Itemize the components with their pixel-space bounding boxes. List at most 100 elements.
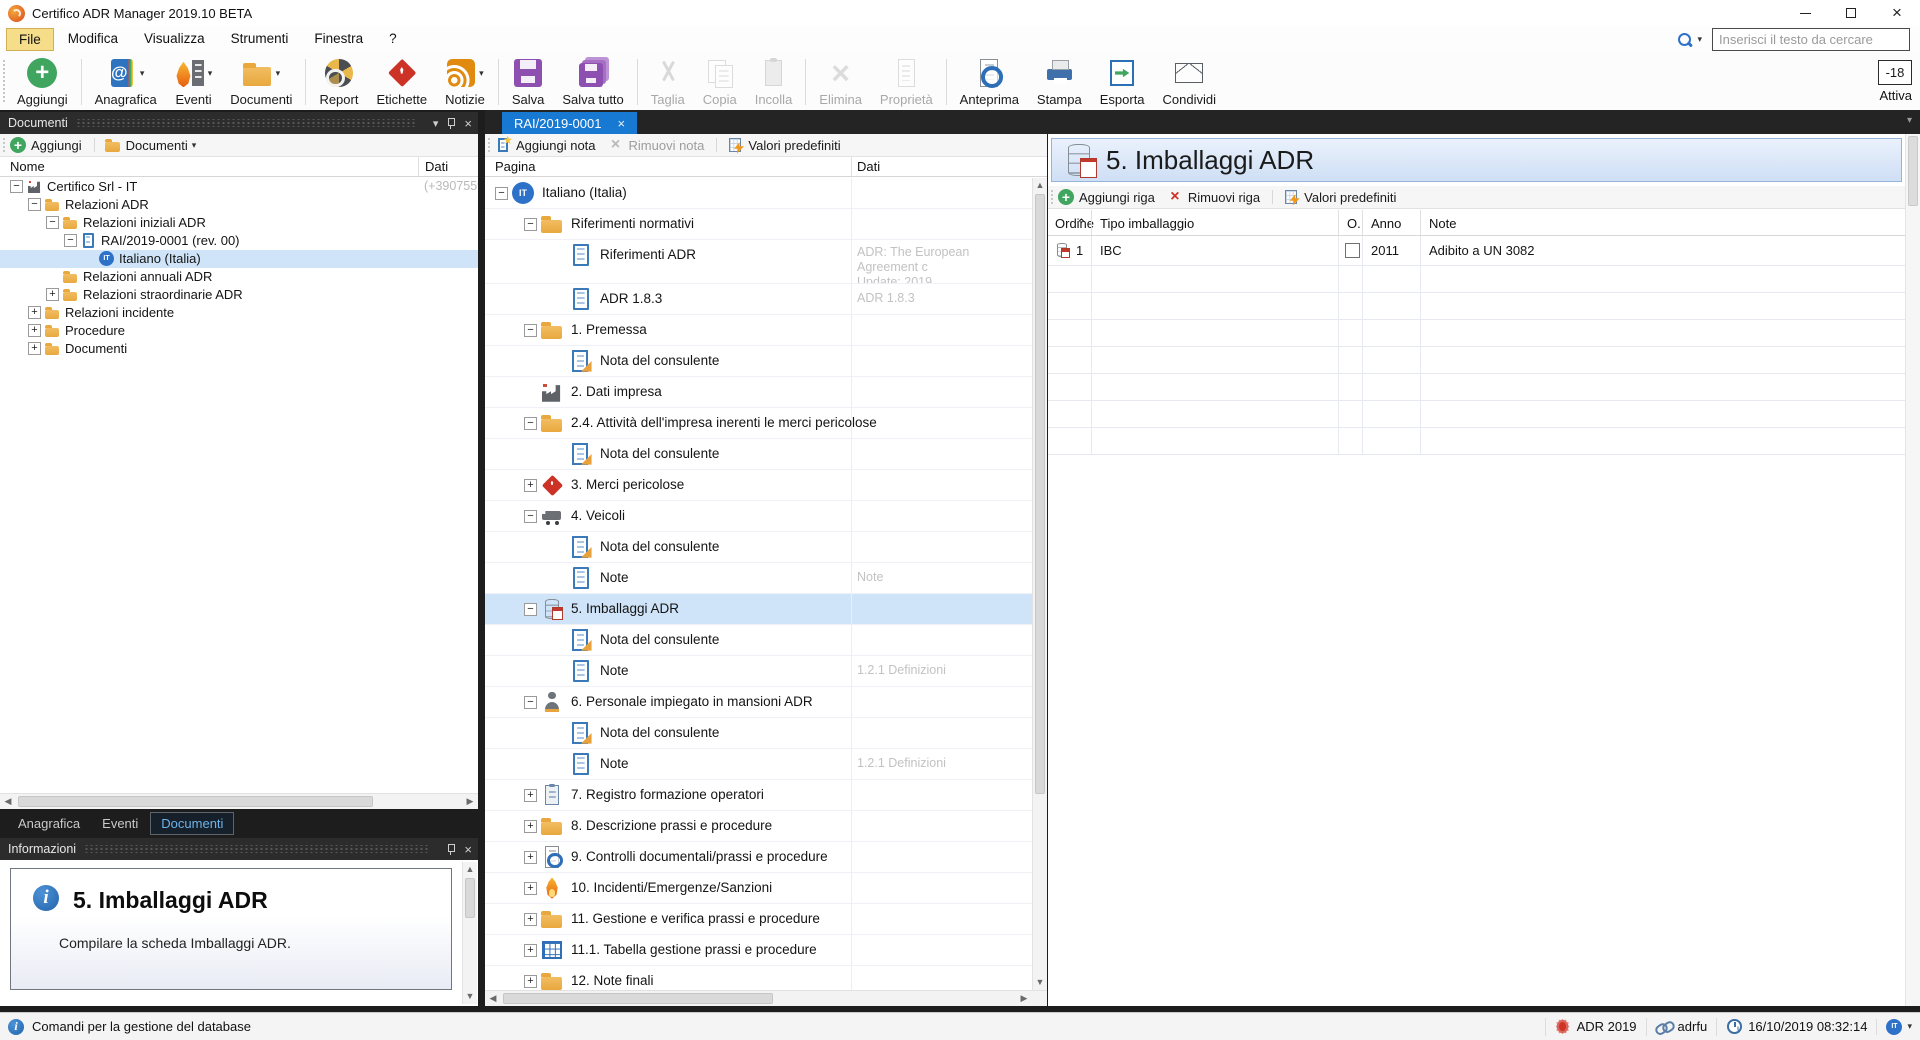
expander-minus[interactable]: − bbox=[524, 324, 537, 337]
toolbar-salva[interactable]: Salva bbox=[503, 54, 554, 110]
dropdown-caret[interactable]: ▾ bbox=[276, 68, 281, 79]
column-dati[interactable]: Dati bbox=[857, 159, 880, 174]
menu-visualizza[interactable]: Visualizza bbox=[132, 28, 217, 51]
scroll-right-icon[interactable]: ▶ bbox=[462, 794, 478, 809]
page-item-4-veicoli[interactable]: −4. Veicoli bbox=[485, 501, 1032, 532]
expander-plus[interactable]: + bbox=[46, 288, 59, 301]
toolbar-eventi[interactable]: ▾Eventi bbox=[166, 54, 222, 110]
toolbar-incolla[interactable]: Incolla bbox=[746, 54, 802, 110]
documents-scope-button[interactable]: Documenti ▾ bbox=[105, 137, 197, 153]
expander-minus[interactable]: − bbox=[495, 187, 508, 200]
expander-plus[interactable]: + bbox=[524, 851, 537, 864]
page-item-nota-del-consulente[interactable]: Nota del consulente bbox=[485, 718, 1032, 749]
expander-minus[interactable]: − bbox=[28, 198, 41, 211]
column-tipo-imballaggio[interactable]: Tipo imballaggio bbox=[1100, 216, 1194, 231]
page-item-10-incidenti-emergenze-sanzioni[interactable]: +10. Incidenti/Emergenze/Sanzioni bbox=[485, 873, 1032, 904]
close-button[interactable]: × bbox=[1874, 0, 1920, 26]
page-item-3-merci-pericolose[interactable]: +3. Merci pericolose bbox=[485, 470, 1032, 501]
tab-rai-2019-0001[interactable]: RAI/2019-0001 × bbox=[502, 112, 637, 134]
scroll-left-icon[interactable]: ◀ bbox=[0, 794, 16, 809]
documents-hscrollbar[interactable]: ◀ ▶ bbox=[0, 793, 478, 809]
tree-item-relazioni-straordinarie-adr[interactable]: +Relazioni straordinarie ADR bbox=[0, 286, 478, 304]
toolbar-report[interactable]: Report bbox=[310, 54, 367, 110]
page-item-riferimenti-adr[interactable]: Riferimenti ADRADR: The European Agreeme… bbox=[485, 240, 1032, 284]
add-note-button[interactable]: Aggiungi nota bbox=[495, 137, 596, 153]
page-item-note[interactable]: Note1.2.1 Definizioni bbox=[485, 656, 1032, 687]
page-item-nota-del-consulente[interactable]: Nota del consulente bbox=[485, 346, 1032, 377]
toolbar-propriet[interactable]: Proprietà bbox=[871, 54, 942, 110]
pages-vscrollbar[interactable]: ▲ ▼ bbox=[1032, 178, 1047, 990]
page-item-note[interactable]: Note1.2.1 Definizioni bbox=[485, 749, 1032, 780]
expander-minus[interactable]: − bbox=[10, 180, 23, 193]
expander-minus[interactable]: − bbox=[64, 234, 77, 247]
tree-item-documenti[interactable]: +Documenti bbox=[0, 340, 478, 358]
page-item-12-note-finali[interactable]: +12. Note finali bbox=[485, 966, 1032, 990]
scroll-right-icon[interactable]: ▶ bbox=[1016, 991, 1032, 1006]
add-row-button[interactable]: Aggiungi riga bbox=[1058, 189, 1155, 205]
default-values-button[interactable]: Valori predefiniti bbox=[727, 137, 840, 153]
attiva-label[interactable]: Attiva bbox=[1852, 88, 1912, 103]
table-row-empty[interactable] bbox=[1048, 401, 1905, 428]
toolbar-documenti[interactable]: ▾Documenti bbox=[221, 54, 301, 110]
pages-hscrollbar[interactable]: ◀ ▶ bbox=[485, 990, 1047, 1006]
expander-plus[interactable]: + bbox=[524, 882, 537, 895]
page-item-2-dati-impresa[interactable]: 2. Dati impresa bbox=[485, 377, 1032, 408]
dropdown-caret[interactable]: ▾ bbox=[140, 68, 145, 79]
tree-item-relazioni-iniziali-adr[interactable]: −Relazioni iniziali ADR bbox=[0, 214, 478, 232]
default-values-button[interactable]: Valori predefiniti bbox=[1283, 189, 1396, 205]
o-checkbox[interactable] bbox=[1345, 243, 1360, 258]
column-pagina[interactable]: Pagina bbox=[495, 159, 535, 174]
close-panel-icon[interactable]: × bbox=[464, 116, 472, 131]
search-dropdown-caret[interactable]: ▾ bbox=[1697, 34, 1702, 45]
pin-icon[interactable] bbox=[446, 117, 456, 130]
tree-item-procedure[interactable]: +Procedure bbox=[0, 322, 478, 340]
tab-close-icon[interactable]: × bbox=[617, 116, 625, 131]
page-item-riferimenti-normativi[interactable]: −Riferimenti normativi bbox=[485, 209, 1032, 240]
info-vscrollbar[interactable]: ▲ ▼ bbox=[462, 862, 477, 1004]
table-row-empty[interactable] bbox=[1048, 266, 1905, 293]
remove-row-button[interactable]: Rimuovi riga bbox=[1167, 189, 1260, 205]
page-item-7-registro-formazione-operatori[interactable]: +7. Registro formazione operatori bbox=[485, 780, 1032, 811]
toolbar-aggiungi[interactable]: Aggiungi bbox=[8, 54, 77, 110]
page-item-adr-1-8-3[interactable]: ADR 1.8.3ADR 1.8.3 bbox=[485, 284, 1032, 315]
expander-plus[interactable]: + bbox=[524, 913, 537, 926]
expander-minus[interactable]: − bbox=[524, 218, 537, 231]
expander-minus[interactable]: − bbox=[46, 216, 59, 229]
scroll-up-icon[interactable]: ▲ bbox=[463, 862, 477, 877]
toolbar-esporta[interactable]: Esporta bbox=[1091, 54, 1154, 110]
search-input[interactable] bbox=[1712, 28, 1910, 51]
tab-anagrafica[interactable]: Anagrafica bbox=[8, 813, 90, 834]
column-note[interactable]: Note bbox=[1429, 216, 1456, 231]
toolbar-anteprima[interactable]: Anteprima bbox=[951, 54, 1028, 110]
close-panel-icon[interactable]: × bbox=[464, 842, 472, 857]
tab-eventi[interactable]: Eventi bbox=[92, 813, 148, 834]
toolbar-elimina[interactable]: Elimina bbox=[810, 54, 871, 110]
tree-item-relazioni-adr[interactable]: −Relazioni ADR bbox=[0, 196, 478, 214]
panel-menu-caret[interactable]: ▾ bbox=[433, 117, 439, 130]
table-row-empty[interactable] bbox=[1048, 293, 1905, 320]
minimize-button[interactable] bbox=[1782, 0, 1828, 26]
column-anno[interactable]: Anno bbox=[1371, 216, 1401, 231]
toolbar-anagrafica[interactable]: ▾Anagrafica bbox=[86, 54, 166, 110]
expander-minus[interactable]: − bbox=[524, 417, 537, 430]
status-adrfu[interactable]: adrfu bbox=[1646, 1018, 1717, 1036]
tab-documenti[interactable]: Documenti bbox=[150, 812, 234, 835]
dropdown-caret[interactable]: ▾ bbox=[479, 68, 484, 79]
column-nome[interactable]: Nome bbox=[10, 159, 45, 174]
pin-icon[interactable] bbox=[446, 843, 456, 856]
scroll-down-icon[interactable]: ▼ bbox=[1033, 975, 1047, 990]
page-item-11-gestione-e-verifica-prassi-e-procedure[interactable]: +11. Gestione e verifica prassi e proced… bbox=[485, 904, 1032, 935]
status-16-10-2019-08-32-14[interactable]: 16/10/2019 08:32:14 bbox=[1716, 1018, 1876, 1036]
page-item-italiano-italia[interactable]: −Italiano (Italia) bbox=[485, 178, 1032, 209]
dropdown-caret[interactable]: ▾ bbox=[208, 68, 213, 79]
zoom-badge[interactable]: -18 bbox=[1878, 60, 1912, 85]
detail-vscrollbar[interactable] bbox=[1905, 134, 1920, 1006]
expander-plus[interactable]: + bbox=[524, 944, 537, 957]
expander-minus[interactable]: − bbox=[524, 510, 537, 523]
scroll-left-icon[interactable]: ◀ bbox=[485, 991, 501, 1006]
page-item-note[interactable]: NoteNote bbox=[485, 563, 1032, 594]
tree-item-relazioni-annuali-adr[interactable]: Relazioni annuali ADR bbox=[0, 268, 478, 286]
table-row-empty[interactable] bbox=[1048, 320, 1905, 347]
page-item-6-personale-impiegato-in-mansioni-adr[interactable]: −6. Personale impiegato in mansioni ADR bbox=[485, 687, 1032, 718]
toolbar-salva-tutto[interactable]: Salva tutto bbox=[553, 54, 632, 110]
